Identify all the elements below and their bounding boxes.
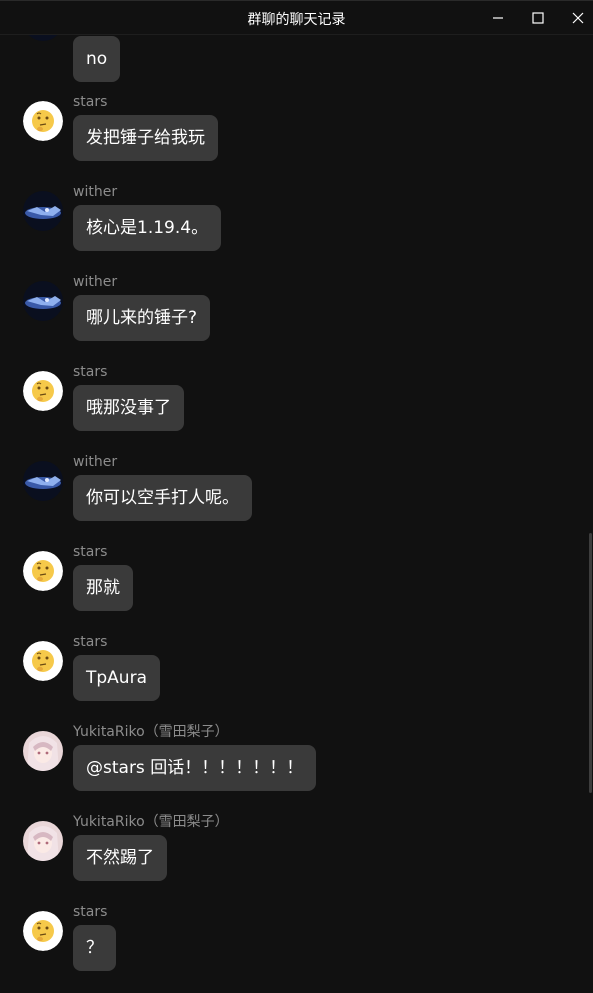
wither-avatar-icon[interactable] [23,281,63,321]
sender-name: wither [73,454,118,470]
close-button[interactable] [558,1,593,35]
message-bubble[interactable]: 那就 [73,565,133,611]
message-bubble[interactable]: ？ [73,925,116,971]
message-bubble[interactable]: 发把锤子给我玩 [73,115,218,161]
sender-name: stars [73,364,108,380]
wither-avatar-icon[interactable] [23,191,63,231]
message-bubble[interactable]: 你可以空手打人呢。 [73,475,252,521]
message-list[interactable]: no stars 发把锤子给我玩 wither 核心是1.19.4。 withe… [0,35,593,993]
message-bubble[interactable]: @stars 回话！！！！！！！ [73,745,317,791]
message-bubble[interactable]: 不然踢了 [73,835,167,881]
anime-girl-avatar-icon[interactable] [23,821,63,861]
sender-name: stars [73,904,108,920]
message-bubble[interactable]: 哦那没事了 [73,385,184,431]
wither-avatar-icon[interactable] [23,461,63,501]
sender-name: stars [73,94,108,110]
message-bubble[interactable]: 核心是1.19.4。 [73,205,222,251]
thinking-face-avatar-icon[interactable] [23,101,63,141]
chat-history-window: 群聊的聊天记录 no stars 发把锤子给我玩 wither 核心是1.19.… [0,0,593,993]
title-bar[interactable]: 群聊的聊天记录 [0,0,593,35]
sender-name: stars [73,544,108,560]
message-bubble[interactable]: TpAura [73,655,160,701]
message-bubble[interactable]: 哪儿来的锤子? [73,295,211,341]
scrollbar-thumb[interactable] [589,533,592,793]
sender-name: wither [73,274,118,290]
sender-name: wither [73,184,118,200]
thinking-face-avatar-icon[interactable] [23,641,63,681]
sender-name: YukitaRiko（雪田梨子） [73,814,229,830]
maximize-button[interactable] [518,1,558,35]
sender-name: stars [73,634,108,650]
maximize-icon [532,12,544,24]
message-bubble[interactable]: no [73,36,121,82]
thinking-face-avatar-icon[interactable] [23,371,63,411]
sender-name: YukitaRiko（雪田梨子） [73,724,229,740]
minimize-button[interactable] [478,1,518,35]
minimize-icon [493,17,503,19]
wither-avatar-icon[interactable] [23,35,63,41]
thinking-face-avatar-icon[interactable] [23,911,63,951]
thinking-face-avatar-icon[interactable] [23,551,63,591]
close-icon [572,12,584,24]
anime-girl-avatar-icon[interactable] [23,731,63,771]
